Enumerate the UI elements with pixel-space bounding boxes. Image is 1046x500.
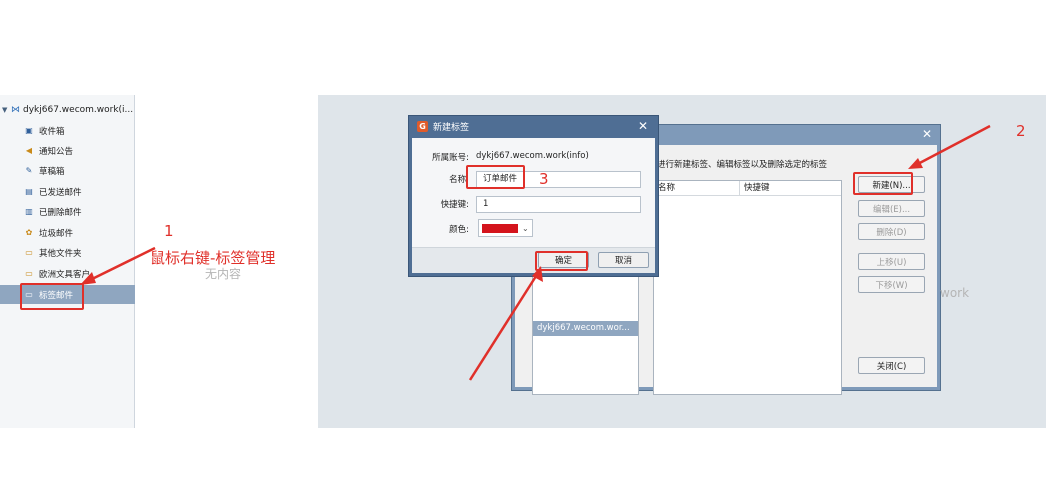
highlight-new-button xyxy=(853,172,913,195)
cancel-button[interactable]: 取消 xyxy=(598,252,649,268)
trash-icon: ▥ xyxy=(25,207,33,216)
megaphone-icon: ◀ xyxy=(25,146,33,155)
folder-label: 收件箱 xyxy=(39,126,65,137)
new-tag-title-bar: G 新建标签 xyxy=(409,116,658,136)
account-node[interactable]: ▼ ⋈ dykj667.wecom.work(i... xyxy=(2,103,133,117)
new-tag-dialog: G 新建标签 ✕ 所属账号: dykj667.wecom.work(info) … xyxy=(408,115,659,277)
close-button[interactable]: 关闭(C) xyxy=(858,357,925,374)
delete-tag-button[interactable]: 删除(D) xyxy=(858,223,925,240)
color-swatch xyxy=(482,223,518,233)
folder-label: 其他文件夹 xyxy=(39,248,82,259)
folder-icon: ▭ xyxy=(25,269,33,278)
folder-label: 已删除邮件 xyxy=(39,207,82,218)
dialog-footer: 确定 取消 xyxy=(412,247,655,273)
tag-manager-description: 进行新建标签、编辑标签以及删除选定的标签 xyxy=(657,160,828,170)
folder-label: 欧洲文具客户 xyxy=(39,269,91,280)
move-down-button[interactable]: 下移(W) xyxy=(858,276,925,293)
annotation-step-2: 2 xyxy=(1016,122,1026,140)
folder-icon: ▭ xyxy=(25,248,33,257)
move-up-button[interactable]: 上移(U) xyxy=(858,253,925,270)
highlight-tag-folder xyxy=(20,283,84,310)
account-value: dykj667.wecom.work(info) xyxy=(476,151,589,161)
background-text: work xyxy=(940,286,970,300)
expand-triangle-icon[interactable]: ▼ xyxy=(2,106,11,114)
sent-icon: ▤ xyxy=(25,187,33,196)
spam-icon: ✿ xyxy=(25,228,33,237)
folder-label: 草稿箱 xyxy=(39,166,65,177)
close-icon[interactable]: ✕ xyxy=(638,119,648,133)
folder-label: 已发送邮件 xyxy=(39,187,82,198)
column-name[interactable]: 名称 xyxy=(654,181,740,195)
folder-deleted[interactable]: ▥ 已删除邮件 xyxy=(0,202,135,221)
folder-label: 垃圾邮件 xyxy=(39,228,74,239)
color-label: 颜色: xyxy=(449,225,469,235)
close-icon[interactable]: ✕ xyxy=(922,127,932,141)
annotation-step-1-text: 鼠标右键-标签管理 xyxy=(150,249,276,267)
column-shortcut[interactable]: 快捷键 xyxy=(740,181,770,195)
account-icon: ⋈ xyxy=(11,105,20,115)
shortcut-label: 快捷键: xyxy=(440,200,469,210)
annotation-step-1: 1 xyxy=(164,222,174,240)
folder-tree: ▼ ⋈ dykj667.wecom.work(i... ▣ 收件箱 ◀ 通知公告… xyxy=(0,95,135,428)
folder-inbox[interactable]: ▣ 收件箱 xyxy=(0,121,135,140)
color-picker[interactable]: ⌄ xyxy=(478,219,533,237)
tag-table-header: 名称 快捷键 xyxy=(654,181,841,196)
chevron-down-icon: ⌄ xyxy=(522,223,529,233)
highlight-ok-button xyxy=(535,251,588,271)
highlight-name-input xyxy=(466,165,525,189)
account-label: 所属账号: xyxy=(432,153,469,163)
annotation-step-3: 3 xyxy=(539,170,549,188)
folder-notices[interactable]: ◀ 通知公告 xyxy=(0,141,135,160)
folder-other[interactable]: ▭ 其他文件夹 xyxy=(0,243,135,262)
draft-icon: ✎ xyxy=(25,166,33,175)
new-tag-body: 所属账号: dykj667.wecom.work(info) 名称: 订单邮件 … xyxy=(412,138,655,273)
account-list-item[interactable]: dykj667.wecom.wor... xyxy=(533,321,638,336)
name-label: 名称: xyxy=(449,175,469,185)
folder-drafts[interactable]: ✎ 草稿箱 xyxy=(0,161,135,180)
tag-table[interactable]: 名称 快捷键 xyxy=(653,180,842,395)
dialog-title: 新建标签 xyxy=(433,122,470,133)
inbox-icon: ▣ xyxy=(25,126,33,135)
folder-spam[interactable]: ✿ 垃圾邮件 xyxy=(0,223,135,242)
folder-label: 通知公告 xyxy=(39,146,74,157)
edit-tag-button[interactable]: 编辑(E)... xyxy=(858,200,925,217)
account-label: dykj667.wecom.work(i... xyxy=(23,105,134,115)
folder-europe-clients[interactable]: ▭ 欧洲文具客户 xyxy=(0,264,135,283)
app-logo-icon: G xyxy=(417,120,428,132)
shortcut-input[interactable]: 1 xyxy=(476,196,641,213)
folder-sent[interactable]: ▤ 已发送邮件 xyxy=(0,182,135,201)
